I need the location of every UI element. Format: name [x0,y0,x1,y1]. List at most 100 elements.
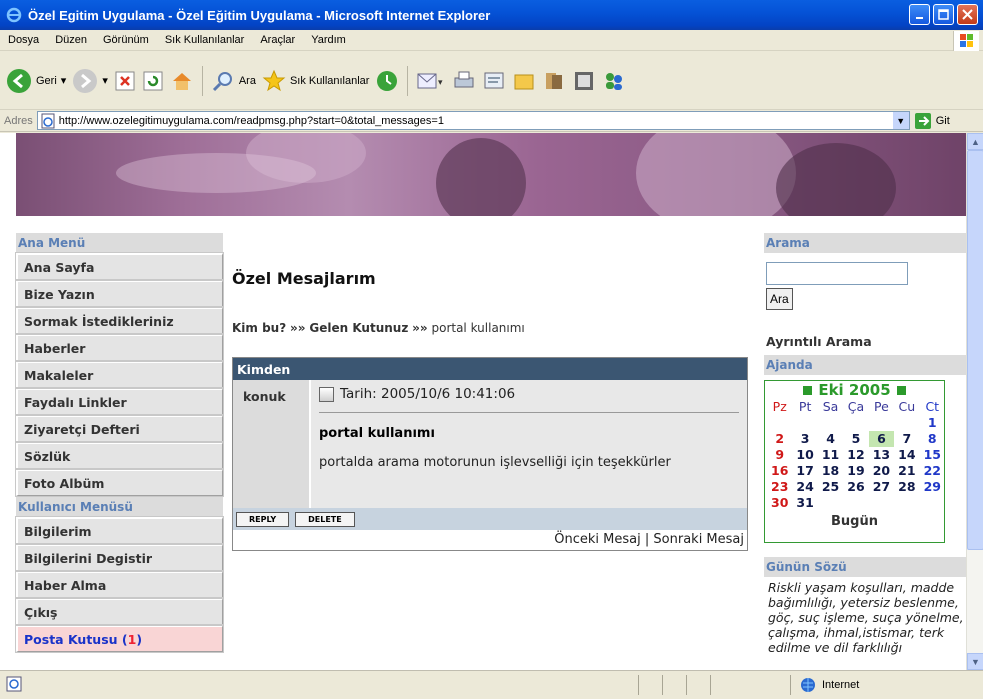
reply-button[interactable]: REPLY [236,511,290,527]
calendar-day[interactable]: 17 [792,463,817,479]
chevron-down-icon[interactable]: ▼ [892,112,909,129]
menu-item-photo-album[interactable]: Foto Albüm [15,468,224,497]
calendar-day[interactable]: 12 [843,447,868,463]
window-titlebar[interactable]: Özel Egitim Uygulama - Özel Eğitim Uygul… [0,0,983,30]
menu-item-edit-info[interactable]: Bilgilerini Degistir [15,543,224,572]
calendar-day[interactable]: 21 [894,463,919,479]
address-input[interactable] [58,114,879,127]
breadcrumb-inbox[interactable]: Gelen Kutunuz [309,321,408,335]
menu-item-contact[interactable]: Bize Yazın [15,279,224,308]
inbox-label: Posta Kutusu ( [24,631,128,647]
research-button[interactable] [542,69,566,93]
menu-item-newsletter[interactable]: Haber Alma [15,570,224,599]
calendar-day[interactable]: 30 [767,495,792,511]
weekday-label: Pt [798,399,812,414]
scroll-down-icon[interactable]: ▼ [967,653,983,670]
calendar-day[interactable]: 9 [767,447,792,463]
search-button[interactable]: Ara [766,288,793,310]
menu-item-home[interactable]: Ana Sayfa [15,252,224,281]
calendar-day[interactable]: 11 [818,447,843,463]
calendar-day[interactable]: 28 [894,479,919,495]
back-button[interactable]: Geri ▾ [6,68,66,94]
calendar-day[interactable]: 26 [843,479,868,495]
menu-item-news[interactable]: Haberler [15,333,224,362]
forward-button[interactable]: ▾ [72,68,108,94]
close-button[interactable] [957,4,978,25]
stop-button[interactable] [114,70,136,92]
address-field[interactable]: ▼ [36,111,910,130]
menu-item-logout[interactable]: Çıkış [15,597,224,626]
calendar-day[interactable]: 6 [868,431,895,447]
advanced-search-link[interactable]: Ayrıntılı Arama [766,334,872,349]
search-button[interactable]: Ara [211,69,256,93]
delete-button[interactable]: DELETE [295,511,355,527]
calendar-day[interactable]: 2 [767,431,792,447]
calendar-day[interactable]: 15 [920,447,945,463]
menu-item-articles[interactable]: Makaleler [15,360,224,389]
favorites-label: Sık Kullanılanlar [289,74,370,87]
menu-edit[interactable]: Düzen [47,34,95,46]
print-button[interactable] [452,69,476,93]
users-button[interactable] [602,69,626,93]
calendar-day[interactable]: 20 [869,463,894,479]
calendar-grid: Pz Pt Sa Ça Pe Cu Ct 1 2 3 4 5 6 7 8 9 10 11 12 13 14… [767,399,945,511]
calendar-day[interactable]: 22 [920,463,945,479]
menu-item-inbox[interactable]: Posta Kutusu (1) [15,624,224,653]
next-message-link[interactable]: Sonraki Mesaj [653,532,744,547]
calendar-day[interactable]: 8 [920,431,945,447]
chevron-down-icon[interactable]: ▾ [61,74,67,87]
prev-message-link[interactable]: Önceki Mesaj [554,532,640,547]
menu-item-links[interactable]: Faydalı Linkler [15,387,224,416]
menu-item-questions[interactable]: Sormak İstedikleriniz [15,306,224,335]
messenger-button[interactable] [572,69,596,93]
search-input[interactable] [766,262,908,285]
menu-file[interactable]: Dosya [0,34,47,46]
menu-view[interactable]: Görünüm [95,34,157,46]
menu-favorites[interactable]: Sık Kullanılanlar [157,34,253,46]
go-arrow-icon [914,112,931,129]
next-month-icon[interactable] [896,385,906,395]
scroll-up-icon[interactable]: ▲ [967,133,983,150]
breadcrumb-who[interactable]: Kim bu? [232,321,286,335]
calendar-day[interactable]: 19 [843,463,868,479]
home-button[interactable] [170,69,194,93]
menu-item-dictionary[interactable]: Sözlük [15,441,224,470]
history-button[interactable] [375,69,399,93]
mail-button[interactable]: ▾ [416,69,446,93]
refresh-button[interactable] [142,70,164,92]
calendar-day[interactable]: 25 [818,479,843,495]
favorites-button[interactable]: Sık Kullanılanlar [262,69,370,93]
message-row: konuk Tarih: 2005/10/6 10:41:06 portal k… [233,380,747,508]
menu-item-guestbook[interactable]: Ziyaretçi Defteri [15,414,224,443]
discuss-button[interactable] [512,69,536,93]
calendar-day[interactable]: 16 [767,463,792,479]
calendar-day[interactable]: 18 [818,463,843,479]
menu-item-my-info[interactable]: Bilgilerim [15,516,224,545]
calendar-day[interactable]: 7 [894,431,919,447]
menu-tools[interactable]: Araçlar [252,34,303,46]
chevron-down-icon[interactable]: ▾ [102,74,108,87]
calendar-day[interactable]: 1 [920,415,945,431]
vertical-scrollbar[interactable]: ▲ ▼ [966,133,983,670]
calendar-day[interactable]: 3 [792,431,817,447]
go-button[interactable]: Git [914,112,950,130]
calendar-day[interactable]: 14 [894,447,919,463]
calendar-day[interactable]: 27 [869,479,894,495]
calendar-day[interactable]: 13 [869,447,894,463]
calendar-day[interactable]: 5 [843,431,868,447]
calendar-day[interactable]: 4 [818,431,843,447]
scrollbar-thumb[interactable] [967,150,983,550]
maximize-button[interactable] [933,4,954,25]
prev-month-icon[interactable] [803,385,813,395]
calendar-day[interactable]: 23 [767,479,792,495]
status-bar: Internet [0,670,983,699]
edit-button[interactable] [482,69,506,93]
calendar-day[interactable]: 24 [792,479,817,495]
menu-help[interactable]: Yardım [303,34,354,46]
weekday-label: Pz [772,399,787,414]
calendar-day[interactable]: 10 [792,447,817,463]
minimize-button[interactable] [909,4,930,25]
calendar-day[interactable]: 31 [792,495,817,511]
calendar-day[interactable]: 29 [920,479,945,495]
today-link[interactable]: Bugün [765,514,944,529]
